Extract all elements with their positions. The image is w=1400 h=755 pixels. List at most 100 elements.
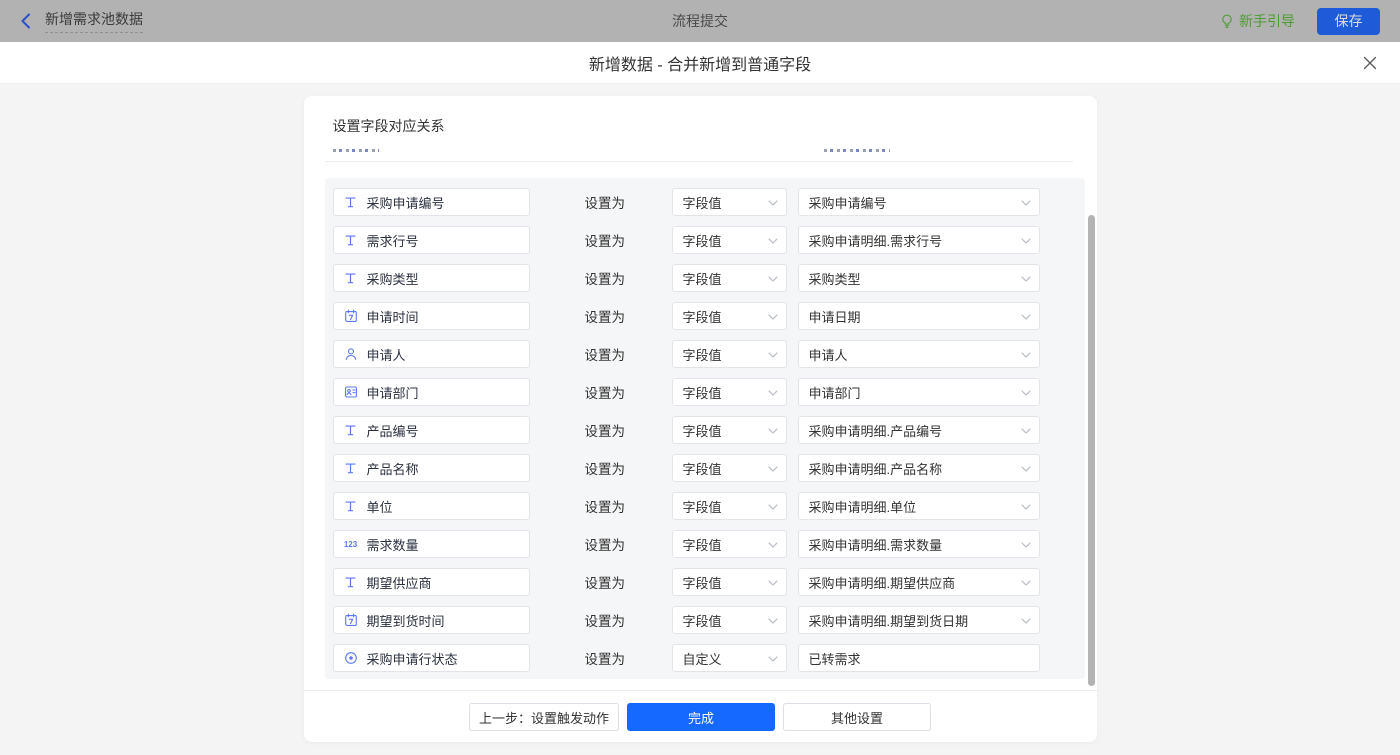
mode-select[interactable]: 字段值 xyxy=(672,302,787,330)
source-field-label: 产品名称 xyxy=(367,459,419,478)
target-value: 采购申请明细.期望到货日期 xyxy=(809,611,969,630)
target-select[interactable]: 采购申请明细.产品编号 xyxy=(798,416,1040,444)
save-button[interactable]: 保存 xyxy=(1317,8,1380,35)
source-field-label: 采购申请编号 xyxy=(367,193,445,212)
scrollbar[interactable] xyxy=(1088,215,1095,686)
chevron-down-icon xyxy=(1021,504,1031,510)
target-select[interactable]: 采购申请明细.单位 xyxy=(798,492,1040,520)
source-field-chip[interactable]: 产品名称 xyxy=(333,454,530,482)
prev-step-button[interactable]: 上一步：设置触发动作 xyxy=(469,703,619,731)
source-field-chip[interactable]: 采购类型 xyxy=(333,264,530,292)
mode-value: 字段值 xyxy=(683,535,722,554)
source-field-chip[interactable]: 单位 xyxy=(333,492,530,520)
mode-select[interactable]: 字段值 xyxy=(672,492,787,520)
clipped-header-left xyxy=(333,149,379,152)
chevron-down-icon xyxy=(768,580,778,586)
mode-select[interactable]: 字段值 xyxy=(672,188,787,216)
setter-label: 设置为 xyxy=(585,648,627,668)
target-select[interactable]: 采购申请明细.需求行号 xyxy=(798,226,1040,254)
chevron-down-icon xyxy=(768,276,778,282)
mode-select[interactable]: 字段值 xyxy=(672,264,787,292)
source-field-chip[interactable]: 申请部门 xyxy=(333,378,530,406)
setter-label: 设置为 xyxy=(585,382,627,402)
target-value: 申请部门 xyxy=(809,383,861,402)
mode-select[interactable]: 字段值 xyxy=(672,226,787,254)
source-field-chip[interactable]: 申请人 xyxy=(333,340,530,368)
source-field-label: 采购申请行状态 xyxy=(367,649,458,668)
source-field-chip[interactable]: 申请时间 xyxy=(333,302,530,330)
source-field-chip[interactable]: 采购申请编号 xyxy=(333,188,530,216)
mode-value: 字段值 xyxy=(683,383,722,402)
dialog-title: 新增数据 - 合并新增到普通字段 xyxy=(589,51,811,75)
target-select[interactable]: 申请人 xyxy=(798,340,1040,368)
mode-select[interactable]: 字段值 xyxy=(672,568,787,596)
chevron-down-icon xyxy=(1021,618,1031,624)
setter-label: 设置为 xyxy=(585,306,627,326)
target-select[interactable]: 采购申请明细.产品名称 xyxy=(798,454,1040,482)
mapping-row: 产品名称 设置为 字段值 采购申请明细.产品名称 xyxy=(333,454,1085,482)
mode-select[interactable]: 字段值 xyxy=(672,416,787,444)
beginner-guide-link[interactable]: 新手引导 xyxy=(1220,11,1295,31)
done-button[interactable]: 完成 xyxy=(627,703,775,731)
chevron-down-icon xyxy=(1021,390,1031,396)
source-field-chip[interactable]: 期望供应商 xyxy=(333,568,530,596)
mapping-row: 需求行号 设置为 字段值 采购申请明细.需求行号 xyxy=(333,226,1085,254)
radio-icon xyxy=(344,651,358,665)
mapping-row: 申请部门 设置为 字段值 申请部门 xyxy=(333,378,1085,406)
target-select[interactable]: 采购申请明细.期望到货日期 xyxy=(798,606,1040,634)
mapping-row: 单位 设置为 字段值 采购申请明细.单位 xyxy=(333,492,1085,520)
target-select[interactable]: 采购申请明细.需求数量 xyxy=(798,530,1040,558)
mode-value: 字段值 xyxy=(683,421,722,440)
mode-select[interactable]: 字段值 xyxy=(672,454,787,482)
source-field-chip[interactable]: 需求行号 xyxy=(333,226,530,254)
chevron-down-icon xyxy=(768,314,778,320)
target-select[interactable]: 申请部门 xyxy=(798,378,1040,406)
source-field-chip[interactable]: 产品编号 xyxy=(333,416,530,444)
source-field-chip[interactable]: 采购申请行状态 xyxy=(333,644,530,672)
footer-actions: 上一步：设置触发动作 完成 其他设置 xyxy=(304,703,1097,731)
text-field-icon xyxy=(344,575,358,589)
target-select[interactable]: 采购申请明细.期望供应商 xyxy=(798,568,1040,596)
setter-label: 设置为 xyxy=(585,610,627,630)
mapping-row: 采购申请行状态 设置为 自定义 已转需求 xyxy=(333,644,1085,672)
target-select[interactable]: 采购申请编号 xyxy=(798,188,1040,216)
source-field-chip[interactable]: 期望到货时间 xyxy=(333,606,530,634)
chevron-down-icon xyxy=(1021,276,1031,282)
setter-label: 设置为 xyxy=(585,496,627,516)
chevron-down-icon xyxy=(768,200,778,206)
target-value: 采购申请明细.产品名称 xyxy=(809,459,943,478)
chevron-down-icon xyxy=(768,618,778,624)
mode-select[interactable]: 自定义 xyxy=(672,644,787,672)
chevron-down-icon xyxy=(1021,466,1031,472)
mode-value: 字段值 xyxy=(683,307,722,326)
target-select[interactable]: 采购类型 xyxy=(798,264,1040,292)
close-icon[interactable] xyxy=(1362,55,1378,71)
target-value: 申请人 xyxy=(809,345,848,364)
mode-select[interactable]: 字段值 xyxy=(672,530,787,558)
mode-value: 字段值 xyxy=(683,497,722,516)
target-value: 采购申请明细.单位 xyxy=(809,497,917,516)
chevron-down-icon xyxy=(1021,580,1031,586)
field-mapping-panel: 设置字段对应关系 采购申请编号 设置为 字段值 采购申请编号 xyxy=(304,96,1097,742)
source-field-chip[interactable]: 123 需求数量 xyxy=(333,530,530,558)
chevron-down-icon xyxy=(768,390,778,396)
target-select[interactable]: 申请日期 xyxy=(798,302,1040,330)
source-field-label: 申请人 xyxy=(367,345,406,364)
text-field-icon xyxy=(344,195,358,209)
footer-divider xyxy=(304,690,1097,691)
back-icon[interactable] xyxy=(20,13,31,29)
source-field-label: 申请部门 xyxy=(367,383,419,402)
target-input[interactable]: 已转需求 xyxy=(798,644,1040,672)
text-field-icon xyxy=(344,423,358,437)
mode-select[interactable]: 字段值 xyxy=(672,606,787,634)
flow-name[interactable]: 新增需求池数据 xyxy=(45,9,143,33)
mode-select[interactable]: 字段值 xyxy=(672,378,787,406)
chevron-down-icon xyxy=(1021,238,1031,244)
other-settings-button[interactable]: 其他设置 xyxy=(783,703,931,731)
mode-select[interactable]: 字段值 xyxy=(672,340,787,368)
setter-label: 设置为 xyxy=(585,230,627,250)
mode-value: 字段值 xyxy=(683,573,722,592)
chevron-down-icon xyxy=(1021,352,1031,358)
target-value: 采购申请编号 xyxy=(809,193,887,212)
chevron-down-icon xyxy=(1021,428,1031,434)
